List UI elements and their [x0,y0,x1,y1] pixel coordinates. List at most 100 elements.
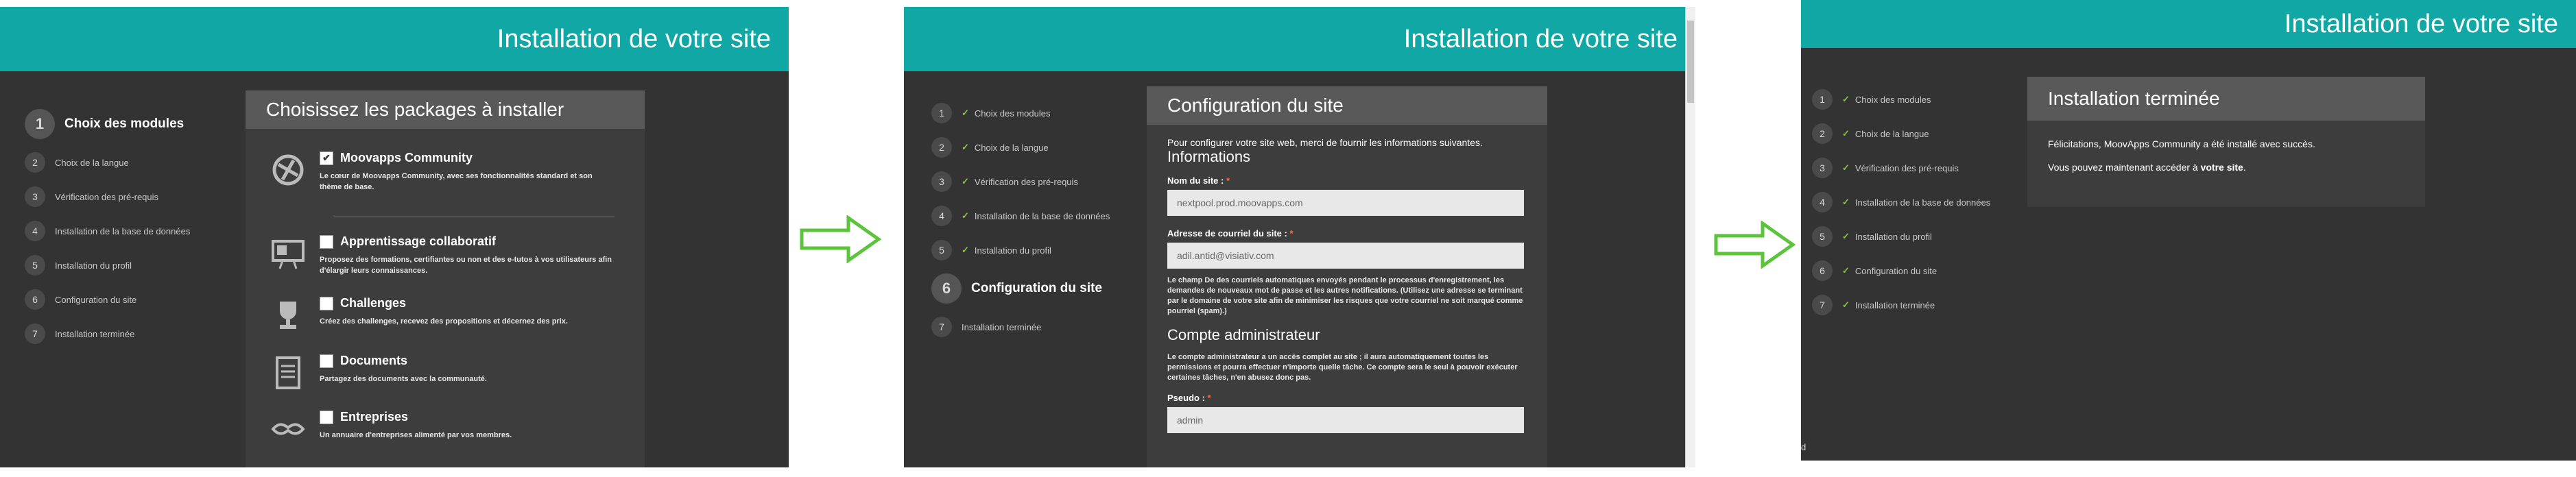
step-6[interactable]: 6 Configuration du site [25,282,230,317]
step-4[interactable]: 4 Installation de la base de données [25,214,230,248]
site-link[interactable]: votre site [2201,162,2243,173]
email-label: Adresse de courriel du site : [1167,228,1287,238]
package-name: Challenges [340,296,407,310]
step-number: 6 [25,289,45,310]
package-entreprises: Entreprises Un annuaire d'entreprises al… [269,410,612,448]
step-2[interactable]: 2 Choix de la langue [25,145,230,180]
panel-choix-modules: Installation de votre site 1 Choix des mo… [0,7,789,467]
step-4[interactable]: 4 ✓ Installation de la base de données [931,199,1137,233]
packages-card: Choisissez les packages à installer ✔ Moo… [246,90,645,467]
step-7[interactable]: 7 Installation terminée [25,317,230,351]
required-mark: * [1226,175,1230,186]
page-title: Installation de votre site [1403,24,1678,53]
step-number: 4 [931,206,952,226]
step-3[interactable]: 3 Vérification des pré-requis [25,180,230,214]
email-input[interactable]: adil.antid@visiativ.com [1167,243,1524,269]
step-1[interactable]: 1 ✓ Choix des modules [1812,82,2018,117]
checkbox-moovapps-community[interactable]: ✔ [320,151,333,165]
check-icon: ✓ [1842,265,1850,276]
panel-configuration-site: Installation de votre site 1 ✓ Choix des m… [904,7,1695,467]
step-number: 3 [1812,158,1833,178]
package-description: Créez des challenges, recevez des propos… [320,317,568,326]
handshake-icon [271,423,305,435]
intro-text: Pour configurer votre site web, merci de… [1167,137,1483,148]
step-5[interactable]: 5 Installation du profil [25,248,230,282]
step-6[interactable]: 6 ✓ Configuration du site [1812,254,2018,288]
step-label: Installation du profil [55,260,132,271]
step-6[interactable]: 6 Configuration du site [931,267,1137,310]
step-5[interactable]: 5 ✓ Installation du profil [931,233,1137,267]
step-number: 4 [25,221,45,241]
page-header: Installation de votre site [1801,0,2576,48]
step-label: Choix des modules [974,108,1051,119]
step-number: 3 [25,186,45,207]
step-number: 4 [1812,192,1833,212]
step-5[interactable]: 5 ✓ Installation du profil [1812,219,2018,254]
step-number: 2 [1812,123,1833,144]
check-icon: ✓ [1842,231,1850,241]
check-icon: ✓ [962,210,969,221]
scrollbar[interactable] [1685,7,1695,467]
step-2[interactable]: 2 ✓ Choix de la langue [1812,117,2018,151]
package-challenges: Challenges Créez des challenges, recevez… [269,296,612,334]
step-label: Configuration du site [55,294,137,305]
step-3[interactable]: 3 ✓ Vérification des pré-requis [1812,151,2018,185]
step-1[interactable]: 1 ✓ Choix des modules [931,96,1137,130]
step-4[interactable]: 4 ✓ Installation de la base de données [1812,185,2018,219]
step-3[interactable]: 3 ✓ Vérification des pré-requis [931,164,1137,199]
steps-list: 1 ✓ Choix des modules 2 ✓ Choix de la langue… [1812,82,2018,322]
step-label: Configuration du site [1855,265,1937,276]
check-icon: ✓ [962,245,969,255]
check-icon: ✓ [962,108,969,118]
site-name-input[interactable]: nextpool.prod.moovapps.com [1167,190,1524,216]
package-name: Apprentissage collaboratif [340,234,497,248]
step-label: Vérification des pré-requis [974,176,1078,187]
package-apprentissage: Apprentissage collaboratif Proposez des … [269,234,612,276]
period: . [2243,162,2246,173]
step-label: Installation terminée [55,328,135,339]
scrollbar-thumb[interactable] [1687,21,1694,103]
required-mark: * [1289,228,1293,238]
step-label: Installation du profil [1855,231,1932,242]
checkbox-challenges[interactable] [320,296,333,310]
step-label: Installation terminée [1855,299,1935,310]
step-label: Installation de la base de données [974,210,1110,221]
completion-card: Installation terminée Félicitations, Moo… [2027,77,2425,207]
step-7[interactable]: 7 ✓ Installation terminée [1812,288,2018,322]
site-name-label: Nom du site : [1167,175,1224,186]
panel-installation-terminee: Installation de votre site 1 ✓ Choix des m… [1801,0,2576,461]
check-icon: ✓ [962,176,969,186]
card-title: Choisissez les packages à installer [246,90,645,129]
step-7[interactable]: 7 Installation terminée [931,310,1137,344]
step-label: Installation terminée [962,321,1042,332]
step-label: Vérification des pré-requis [55,191,159,202]
checkbox-documents[interactable] [320,354,333,368]
step-label: Choix de la langue [974,142,1049,153]
step-label: Choix de la langue [1855,128,1929,139]
step-label: Choix de la langue [55,157,129,168]
page-header: Installation de votre site [904,7,1695,71]
step-number: 1 [25,109,55,139]
step-label: Choix des modules [64,117,184,131]
pseudo-input[interactable]: admin [1167,407,1524,433]
page-title: Installation de votre site [2284,9,2558,38]
step-1[interactable]: 1 Choix des modules [25,103,230,145]
check-icon: ✓ [1842,94,1850,104]
step-label: Installation de la base de données [55,225,191,236]
step-2[interactable]: 2 ✓ Choix de la langue [931,130,1137,164]
step-label: Installation de la base de données [1855,197,1991,208]
package-description: Partagez des documents avec la communaut… [320,375,487,383]
checkbox-apprentissage[interactable] [320,234,333,249]
card-title: Configuration du site [1147,86,1547,125]
page-header: Installation de votre site [0,7,789,71]
step-number: 5 [25,255,45,276]
package-documents: Documents Partagez des documents avec la… [269,354,612,392]
step-number: 2 [25,152,45,173]
step-number: 1 [931,103,952,123]
step-label: Choix des modules [1855,94,1931,105]
package-name: Documents [340,354,408,367]
step-number: 6 [931,273,962,304]
step-number: 6 [1812,260,1833,281]
checkbox-entreprises[interactable] [320,410,333,424]
step-number: 7 [931,317,952,337]
